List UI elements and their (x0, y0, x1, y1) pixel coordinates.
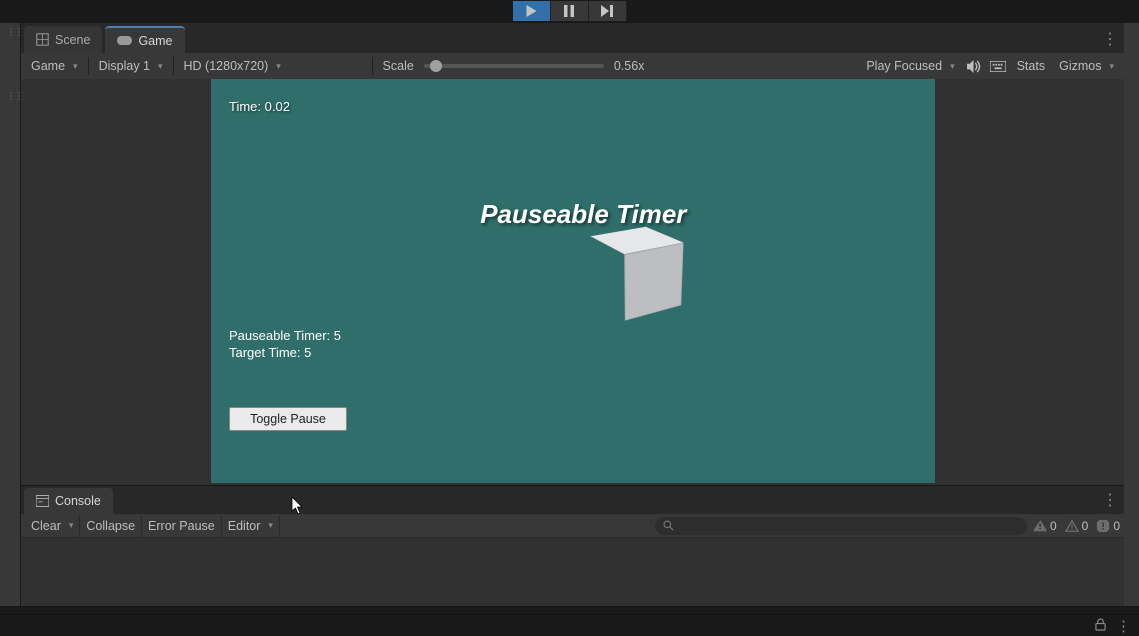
left-dock-gutter[interactable]: ⋮⋮ ⋮⋮ (0, 23, 21, 606)
error-pause-button[interactable]: Error Pause (142, 515, 222, 537)
panel-menu-button[interactable] (1102, 29, 1118, 49)
info-icon (1033, 519, 1047, 533)
game-icon (117, 35, 132, 46)
console-panel: Console Clear Collapse Error Pause Edito… (21, 485, 1124, 605)
error-icon (1096, 519, 1110, 533)
panel-tabs: Scene Game (21, 23, 1124, 53)
gizmos-dropdown[interactable]: Gizmos (1053, 55, 1120, 77)
stats-label: Stats (1017, 59, 1046, 73)
gizmos-label: Gizmos (1059, 59, 1101, 73)
info-count[interactable]: 0 (1033, 519, 1057, 533)
error-count[interactable]: 0 (1096, 519, 1120, 533)
toggle-pause-button[interactable]: Toggle Pause (229, 407, 347, 431)
mute-button[interactable] (963, 56, 985, 76)
play-button[interactable] (513, 1, 551, 21)
step-button[interactable] (589, 1, 627, 21)
editor-dropdown[interactable]: Editor (222, 515, 280, 537)
display-dropdown[interactable]: Display 1 (93, 55, 169, 77)
game-render-area: Time: 0.02 Pauseable Timer Pauseable Tim… (211, 79, 935, 483)
console-menu-button[interactable] (1102, 490, 1118, 510)
tab-console[interactable]: Console (24, 488, 113, 514)
cube-mesh (591, 238, 681, 328)
resolution-label: HD (1280x720) (184, 59, 269, 73)
lock-button[interactable] (1095, 618, 1106, 634)
separator (173, 57, 174, 75)
keyboard-button[interactable] (987, 56, 1009, 76)
scene-icon (36, 33, 49, 46)
statusbar (0, 614, 1139, 636)
console-tabs: Console (21, 486, 1124, 514)
separator (88, 57, 89, 75)
scene-title: Pauseable Timer (480, 199, 686, 230)
tab-scene-label: Scene (55, 33, 90, 47)
focus-mode-label: Play Focused (866, 59, 942, 73)
lock-icon (1095, 618, 1106, 631)
view-mode-dropdown[interactable]: Game (25, 55, 84, 77)
console-counts: 0 0 0 (1033, 519, 1120, 533)
play-icon (526, 5, 537, 17)
pause-icon (564, 5, 574, 17)
info-labels: Pauseable Timer: 5 Target Time: 5 (229, 327, 341, 361)
console-tab-label: Console (55, 494, 101, 508)
separator (372, 57, 373, 75)
stats-button[interactable]: Stats (1011, 55, 1052, 77)
view-mode-label: Game (31, 59, 65, 73)
keyboard-icon (990, 61, 1006, 72)
pause-button[interactable] (551, 1, 589, 21)
right-dock-gutter[interactable] (1124, 23, 1139, 606)
play-controls (0, 0, 1139, 21)
scale-control: Scale 0.56x (377, 55, 651, 77)
clear-button[interactable]: Clear (25, 515, 80, 537)
toggle-pause-label: Toggle Pause (250, 412, 326, 426)
collapse-button[interactable]: Collapse (80, 515, 142, 537)
warning-icon (1065, 519, 1079, 533)
statusbar-menu-button[interactable] (1116, 617, 1131, 635)
slider-thumb[interactable] (430, 60, 442, 72)
game-toolbar: Game Display 1 HD (1280x720) Scale 0.56x… (21, 53, 1124, 79)
time-label: Time: 0.02 (229, 99, 290, 114)
focus-mode-dropdown[interactable]: Play Focused (860, 55, 960, 77)
console-icon (36, 495, 49, 507)
console-body[interactable] (21, 538, 1124, 605)
scale-label: Scale (383, 59, 414, 73)
tab-game-label: Game (138, 34, 172, 48)
scale-slider[interactable] (424, 64, 604, 68)
dock-grip[interactable]: ⋮⋮ (6, 91, 22, 102)
audio-icon (966, 60, 981, 73)
display-label: Display 1 (99, 59, 150, 73)
dock-grip[interactable]: ⋮⋮ (6, 27, 22, 38)
tab-scene[interactable]: Scene (24, 26, 102, 53)
step-icon (601, 5, 613, 17)
search-icon (663, 520, 674, 531)
tab-game[interactable]: Game (105, 26, 184, 53)
resolution-dropdown[interactable]: HD (1280x720) (178, 55, 368, 77)
scale-value: 0.56x (614, 59, 645, 73)
console-toolbar: Clear Collapse Error Pause Editor 0 0 0 (21, 514, 1124, 538)
warn-count[interactable]: 0 (1065, 519, 1089, 533)
console-search-input[interactable] (655, 517, 1027, 535)
